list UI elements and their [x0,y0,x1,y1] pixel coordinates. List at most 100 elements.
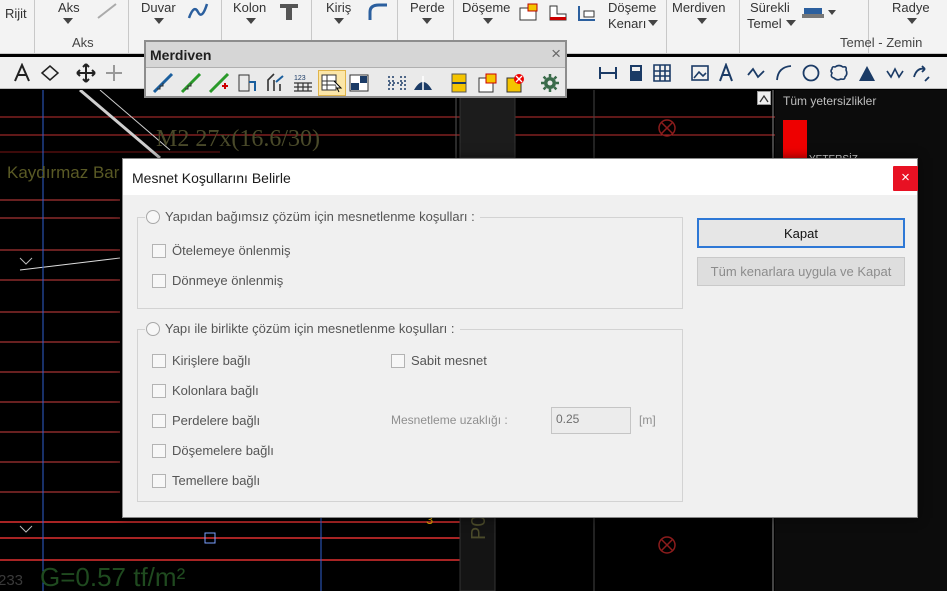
radye-dropdown-icon[interactable] [907,18,917,24]
circle-icon[interactable] [801,63,821,83]
stair-icon-11[interactable] [476,72,498,94]
oteleme-checkbox[interactable]: Ötelemeye önlenmiş [152,243,291,258]
ribbon-perde[interactable]: Perde [410,0,445,15]
kapat-button[interactable]: Kapat [697,218,905,248]
stair-icon-5[interactable] [264,72,286,94]
temel-dropdown-icon[interactable] [828,10,836,15]
kiris-bagli-checkbox-box[interactable] [152,353,166,368]
image-icon[interactable] [690,63,710,83]
stair-icon-1[interactable] [152,72,174,94]
temel-bagli-checkbox-box[interactable] [152,473,166,488]
perde-dropdown-icon[interactable] [422,18,432,24]
kolon-bagli-checkbox[interactable]: Kolonlara bağlı [152,383,259,398]
doseme-icon-3[interactable] [576,2,598,22]
mesnetleme-uzakligi-unit: [m] [639,413,656,427]
oteleme-checkbox-box[interactable] [152,243,166,258]
ribbon-merdiven[interactable]: Merdiven [672,0,725,15]
perde-bagli-checkbox[interactable]: Perdelere bağlı [152,413,260,428]
ribbon-kolon[interactable]: Kolon [233,0,266,15]
kolon-icon[interactable] [278,0,300,22]
oteleme-label: Ötelemeye önlenmiş [172,243,291,258]
doseme-icon-2[interactable] [547,2,569,22]
stair-icon-10[interactable] [448,72,470,94]
kiris-bagli-checkbox[interactable]: Kirişlere bağlı [152,353,251,368]
grid-icon[interactable] [652,63,672,83]
ribbon-radye[interactable]: Radye [892,0,930,15]
doseme-bagli-checkbox-box[interactable] [152,443,166,458]
kiris-dropdown-icon[interactable] [334,18,344,24]
doseme-dropdown-icon[interactable] [483,18,493,24]
cloud-icon[interactable] [829,63,849,83]
kolon-bagli-label: Kolonlara bağlı [172,383,259,398]
cad-label-g: G=0.57 tf/m² [40,562,186,591]
move-up-icon[interactable] [911,63,931,83]
temel-bagli-checkbox[interactable]: Temellere bağlı [152,473,260,488]
doseme-bagli-checkbox[interactable]: Döşemelere bağlı [152,443,274,458]
merdiven-toolbar-titlebar[interactable]: Merdiven × [146,42,565,68]
doseme-kenari-dropdown-icon[interactable] [648,20,658,26]
stair-icon-4[interactable] [236,72,258,94]
stair-icon-2[interactable] [180,72,202,94]
sabit-mesnet-label: Sabit mesnet [411,353,487,368]
aks-dropdown-icon[interactable] [63,18,73,24]
stair-123-icon[interactable]: 123 [292,72,314,94]
dialog-title: Mesnet Koşullarını Belirle [132,170,291,186]
sabit-mesnet-checkbox-box[interactable] [391,353,405,368]
donme-checkbox[interactable]: Dönmeye önlenmiş [152,273,283,288]
apply-all-close-button[interactable]: Tüm kenarlara uygula ve Kapat [697,257,905,286]
stair-support-active-tool[interactable] [318,70,346,96]
merdiven-dropdown-icon[interactable] [697,18,707,24]
text-style-icon[interactable] [12,63,32,83]
independent-solution-radio-circle[interactable] [146,209,160,224]
kolon-bagli-checkbox-box[interactable] [152,383,166,398]
hatch-icon[interactable] [857,63,877,83]
independent-solution-radio[interactable]: Yapıdan bağımsız çözüm için mesnetlenme … [145,209,480,224]
donme-checkbox-box[interactable] [152,273,166,288]
ribbon-kiris[interactable]: Kiriş [326,0,351,15]
ribbon-aks[interactable]: Aks [58,0,80,15]
ribbon-doseme[interactable]: Döşeme [462,0,510,15]
dialog-close-button[interactable]: × [893,166,918,191]
cad-label-kaydirmaz: Kaydırmaz Bar [7,163,120,182]
text-icon[interactable] [716,63,736,83]
ribbon-doseme-kenari-2[interactable]: Kenarı [608,16,646,31]
stair-icon-7[interactable] [348,72,370,94]
kolon-dropdown-icon[interactable] [246,18,256,24]
ribbon-duvar[interactable]: Duvar [141,0,176,15]
ribbon-doseme-kenari-1[interactable]: Döşeme [608,0,656,15]
doseme-icon-1[interactable] [518,2,540,22]
duvar-dropdown-icon[interactable] [154,18,164,24]
polyline-icon[interactable] [746,63,766,83]
independent-solution-group [137,217,683,309]
perde-bagli-checkbox-box[interactable] [152,413,166,428]
ribbon-surekli-temel-1[interactable]: Sürekli [750,0,790,15]
move-icon[interactable] [76,63,96,83]
arc-icon[interactable] [774,63,794,83]
merdiven-toolbar-close-icon[interactable]: × [551,44,561,64]
stair-icon-8[interactable] [386,72,408,94]
combined-solution-radio[interactable]: Yapı ile birlikte çözüm için mesnetlenme… [145,321,460,336]
kiris-curve-icon[interactable] [367,2,389,22]
collapse-up-icon[interactable] [757,91,771,105]
dialog-titlebar[interactable]: Mesnet Koşullarını Belirle × [123,159,918,195]
temel-icon[interactable] [801,6,825,20]
surekli-temel-dropdown-icon[interactable] [786,20,796,26]
dots-icon[interactable] [885,63,905,83]
ribbon-surekli-temel-2[interactable]: Temel [747,16,782,31]
sabit-mesnet-checkbox[interactable]: Sabit mesnet [391,353,487,368]
select-region-icon[interactable] [40,63,60,83]
sheet-icon[interactable] [626,63,646,83]
stair-icon-3[interactable] [208,72,230,94]
aks-line-icon[interactable] [96,2,118,20]
copy-move-icon[interactable] [104,63,124,83]
combined-solution-radio-circle[interactable] [146,321,160,336]
ribbon-rijit[interactable]: Rijit [5,6,27,21]
stair-icon-12[interactable] [504,72,526,94]
stair-settings-gear-icon[interactable] [539,72,561,94]
mesnetleme-uzakligi-input[interactable]: 0.25 [551,407,631,434]
dimension-icon[interactable] [598,63,618,83]
stair-icon-9[interactable] [412,72,434,94]
duvar-wave-icon[interactable] [186,0,210,22]
ribbon-group-aks: Aks [72,35,94,50]
perde-bagli-label: Perdelere bağlı [172,413,261,428]
